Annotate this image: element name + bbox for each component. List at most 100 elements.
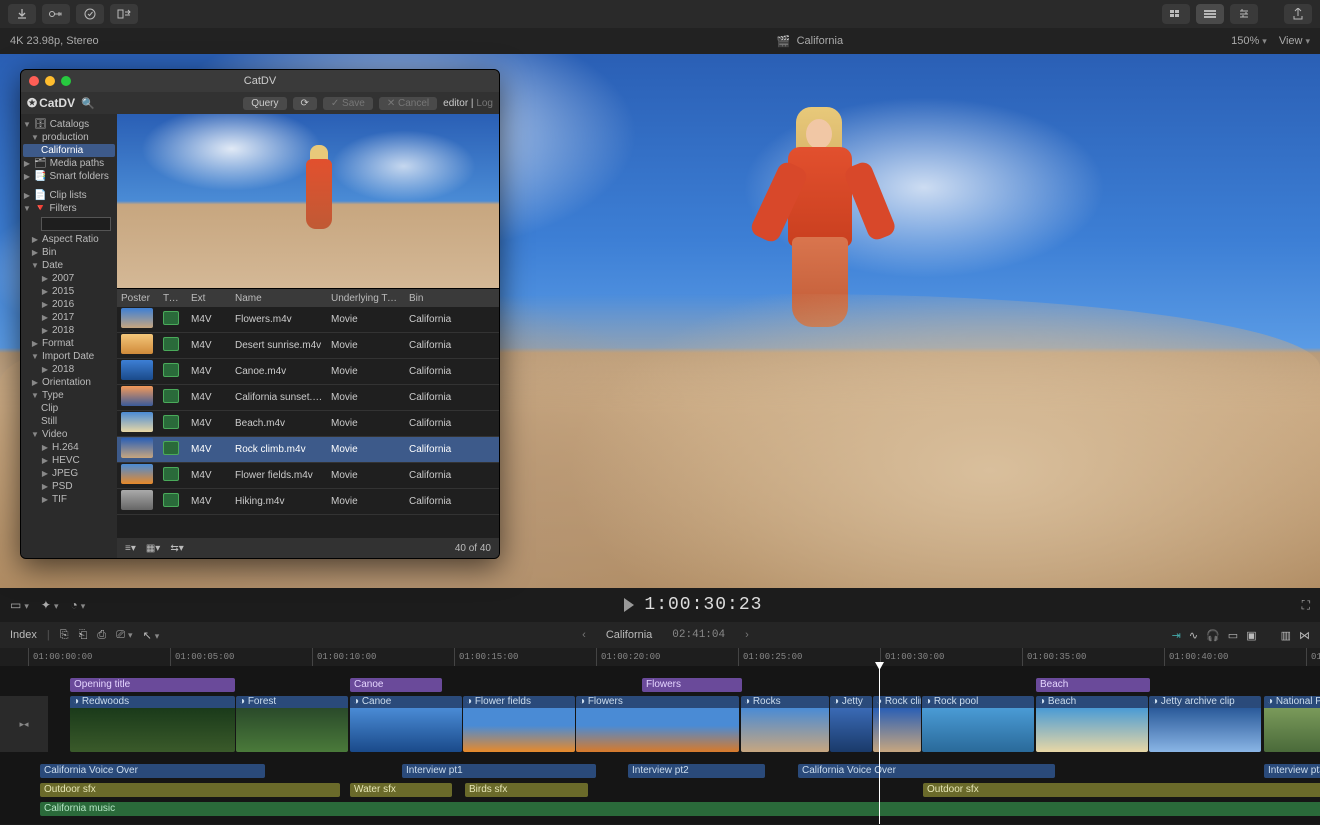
layout-list-button[interactable] xyxy=(1196,4,1224,24)
effects-tool-button[interactable]: ✦ xyxy=(41,598,59,612)
video-clip[interactable]: ◑ Flowers xyxy=(576,696,739,752)
clip-appearance-button[interactable]: ▭ xyxy=(10,598,29,612)
tl-tool-2[interactable]: ▥ xyxy=(1281,629,1291,642)
tree-date-item[interactable]: ▶2015 xyxy=(23,285,115,298)
keyword-button[interactable] xyxy=(42,4,70,24)
snap-button[interactable]: ▭ xyxy=(1228,629,1238,642)
tree-california[interactable]: California xyxy=(23,144,115,157)
inspector-button[interactable] xyxy=(1230,4,1258,24)
video-clip[interactable]: ◑ Jetty archive clip xyxy=(1149,696,1261,752)
play-button[interactable] xyxy=(624,598,634,612)
skimming-button[interactable]: ⇥ xyxy=(1172,629,1181,642)
close-icon[interactable] xyxy=(29,76,39,86)
tree-type[interactable]: ▼Type xyxy=(23,389,115,402)
solo-button[interactable]: 🎧 xyxy=(1206,629,1220,642)
retime-tool-button[interactable]: ◔ xyxy=(70,598,85,612)
settings-icon[interactable]: ⇆▾ xyxy=(170,543,183,554)
query-button[interactable]: Query xyxy=(243,97,286,110)
tree-video-item[interactable]: ▶JPEG xyxy=(23,467,115,480)
index-button[interactable]: Index xyxy=(10,629,37,641)
tree-date-item[interactable]: ▶2018 xyxy=(23,324,115,337)
tree-video[interactable]: ▼Video xyxy=(23,428,115,441)
refresh-button[interactable]: ⟳ xyxy=(293,97,317,110)
layout-grid-button[interactable] xyxy=(1162,4,1190,24)
table-row[interactable]: M4V Flowers.m4v Movie California xyxy=(117,307,499,333)
video-clip[interactable]: ◑ Jetty xyxy=(830,696,872,752)
tree-date-item[interactable]: ▶2007 xyxy=(23,272,115,285)
playhead[interactable] xyxy=(879,666,880,824)
tree-video-item[interactable]: ▶TIF xyxy=(23,493,115,506)
audio-clip[interactable]: Outdoor sfx xyxy=(923,783,1320,797)
zoom-dropdown[interactable]: 150% xyxy=(1231,35,1267,47)
video-clip[interactable]: ◑ Redwoods xyxy=(70,696,235,752)
tree-video-item[interactable]: ▶H.264 xyxy=(23,441,115,454)
arrow-tool[interactable]: ↖ xyxy=(143,629,160,642)
connect-tool[interactable]: ⎘ xyxy=(60,629,69,642)
audio-clip[interactable]: California Voice Over xyxy=(40,764,265,778)
minimize-icon[interactable] xyxy=(45,76,55,86)
audio-clip[interactable]: Interview pt1 xyxy=(402,764,596,778)
audio-clip[interactable]: California music xyxy=(40,802,1320,816)
save-button[interactable]: ✓ Save xyxy=(323,97,373,110)
bg-tasks-button[interactable] xyxy=(76,4,104,24)
tree-type-item[interactable]: Still xyxy=(23,415,115,428)
catdv-titlebar[interactable]: CatDV xyxy=(21,70,499,92)
table-row[interactable]: M4V Desert sunrise.m4v Movie California xyxy=(117,333,499,359)
title-clip[interactable]: Opening title xyxy=(70,678,235,692)
prev-edit-button[interactable]: ‹ xyxy=(582,629,586,641)
video-clip[interactable]: ◑ National Park xyxy=(1264,696,1320,752)
timeline-tracks[interactable]: ▸◂ Opening titleCanoeFlowersBeach ◑ Redw… xyxy=(0,666,1320,824)
filter-input[interactable] xyxy=(41,217,111,231)
audio-clip[interactable]: Birds sfx xyxy=(465,783,588,797)
video-clip[interactable]: ◑ Rock pool xyxy=(922,696,1034,752)
tree-smart-folders[interactable]: ▶📑Smart folders xyxy=(23,170,115,183)
grid-view-icon[interactable]: ▦▾ xyxy=(146,543,160,554)
tree-filters[interactable]: ▼🔻Filters xyxy=(23,202,115,215)
title-clip[interactable]: Canoe xyxy=(350,678,442,692)
view-dropdown[interactable]: View xyxy=(1279,35,1310,47)
insert-tool[interactable]: ⎗ xyxy=(79,629,88,642)
tree-production[interactable]: ▼production xyxy=(23,131,115,144)
video-clip[interactable]: ◑ Forest xyxy=(236,696,348,752)
video-clip[interactable]: ◑ Rock climb xyxy=(873,696,921,752)
tree-date-item[interactable]: ▶2016 xyxy=(23,298,115,311)
tree-bin[interactable]: ▶Bin xyxy=(23,246,115,259)
tree-type-item[interactable]: Clip xyxy=(23,402,115,415)
audio-clip[interactable]: California Voice Over xyxy=(798,764,1055,778)
list-view-icon[interactable]: ≡▾ xyxy=(125,543,136,554)
tree-import-date[interactable]: ▼Import Date xyxy=(23,350,115,363)
video-clip[interactable]: ◑ Flower fields xyxy=(463,696,575,752)
next-edit-button[interactable]: › xyxy=(745,629,749,641)
table-row[interactable]: M4V Hiking.m4v Movie California xyxy=(117,489,499,515)
fullscreen-button[interactable]: ⛶ xyxy=(1302,598,1310,613)
tree-format[interactable]: ▶Format xyxy=(23,337,115,350)
audio-skim-button[interactable]: ∿ xyxy=(1189,629,1198,642)
zoom-icon[interactable] xyxy=(61,76,71,86)
overwrite-tool[interactable]: ⎚ xyxy=(116,629,132,642)
arrange-button[interactable] xyxy=(110,4,138,24)
share-button[interactable] xyxy=(1284,4,1312,24)
tree-video-item[interactable]: ▶PSD xyxy=(23,480,115,493)
cancel-button[interactable]: ✕ Cancel xyxy=(379,97,437,110)
table-row[interactable]: M4V Beach.m4v Movie California xyxy=(117,411,499,437)
video-clip[interactable]: ◑ Beach xyxy=(1036,696,1148,752)
table-row[interactable]: M4V Canoe.m4v Movie California xyxy=(117,359,499,385)
audio-clip[interactable]: Interview pt3 xyxy=(1264,764,1320,778)
audio-clip[interactable]: Water sfx xyxy=(350,783,452,797)
table-row[interactable]: M4V Rock climb.m4v Movie California xyxy=(117,437,499,463)
append-tool[interactable]: ⎙ xyxy=(97,629,106,642)
tree-import-year[interactable]: ▶2018 xyxy=(23,363,115,376)
tree-media-paths[interactable]: ▶🗂Media paths xyxy=(23,157,115,170)
tree-aspect[interactable]: ▶Aspect Ratio xyxy=(23,233,115,246)
audio-clip[interactable]: Outdoor sfx xyxy=(40,783,340,797)
table-row[interactable]: M4V California sunset.m4v Movie Californ… xyxy=(117,385,499,411)
video-clip[interactable]: ◑ Rocks xyxy=(741,696,829,752)
tree-catalogs[interactable]: ▼🗄Catalogs xyxy=(23,118,115,131)
table-row[interactable]: M4V Flower fields.m4v Movie California xyxy=(117,463,499,489)
tree-date-item[interactable]: ▶2017 xyxy=(23,311,115,324)
title-clip[interactable]: Flowers xyxy=(642,678,742,692)
tree-orientation[interactable]: ▶Orientation xyxy=(23,376,115,389)
timeline-ruler[interactable]: 01:00:00:0001:00:05:0001:00:10:0001:00:1… xyxy=(0,648,1320,666)
tree-clip-lists[interactable]: ▶📄Clip lists xyxy=(23,189,115,202)
tl-tool-1[interactable]: ▣ xyxy=(1246,629,1256,642)
